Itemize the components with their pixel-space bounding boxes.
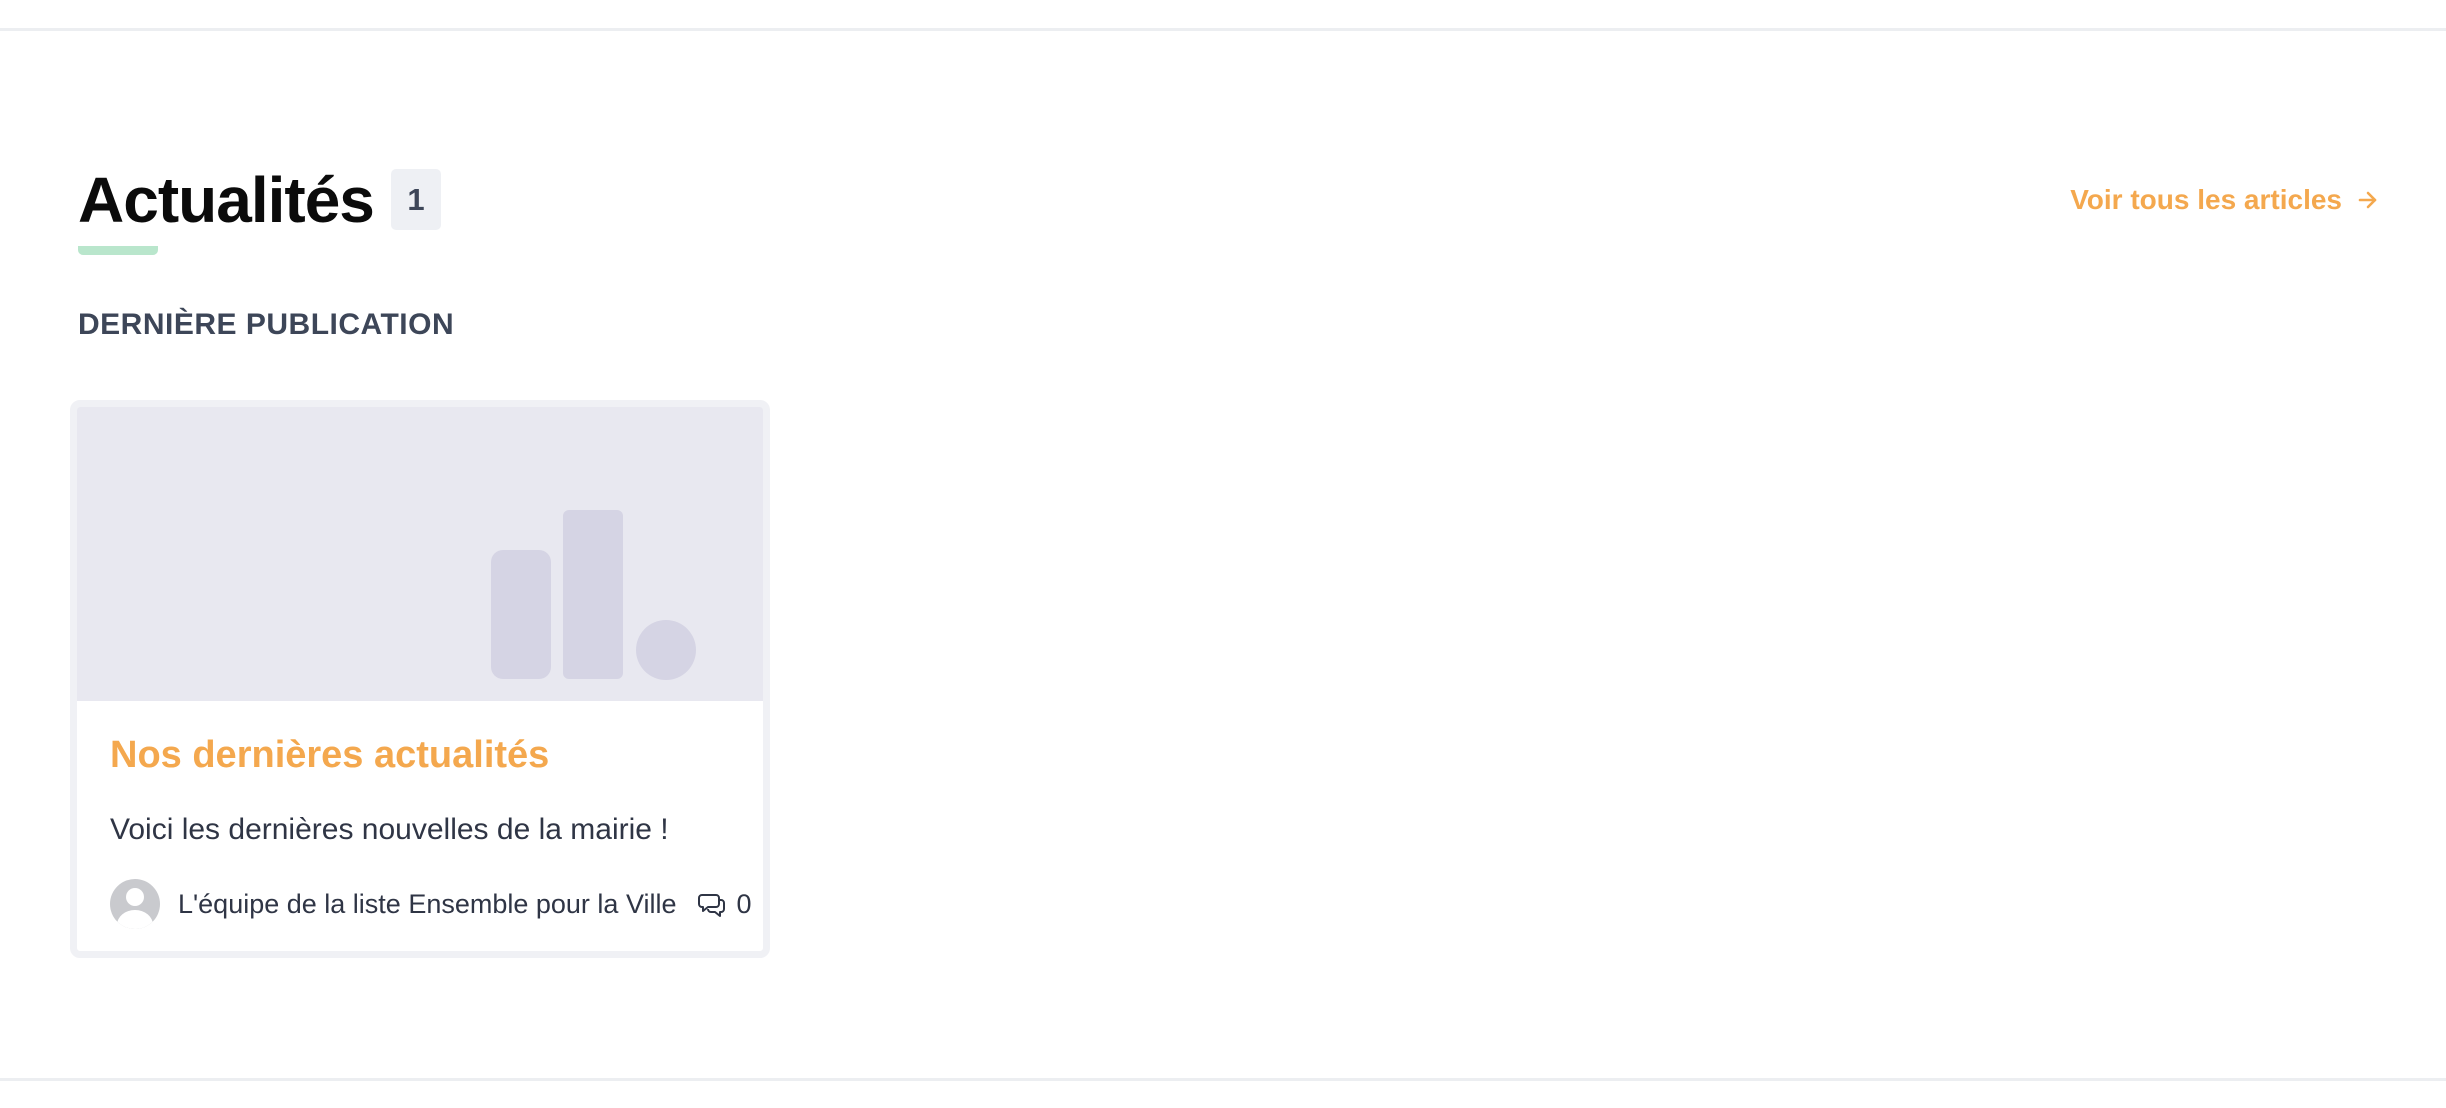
author-avatar: [110, 879, 160, 929]
comment-bubbles-icon: [698, 894, 726, 917]
see-all-articles-link[interactable]: Voir tous les articles: [2070, 182, 2380, 218]
article-count-badge: 1: [391, 169, 441, 230]
article-excerpt: Voici les dernières nouvelles de la mair…: [110, 813, 669, 846]
title-underline: [78, 246, 158, 255]
article-author: L'équipe de la liste Ensemble pour la Vi…: [178, 888, 677, 919]
placeholder-logo: [491, 510, 696, 680]
comment-count-value: 0: [736, 888, 752, 919]
article-card[interactable]: Nos dernières actualités Voici les derni…: [70, 400, 770, 958]
article-meta: L'équipe de la liste Ensemble pour la Vi…: [110, 879, 752, 929]
top-divider: [0, 28, 2446, 31]
bottom-divider: [0, 1078, 2446, 1081]
comment-count: 0: [698, 888, 752, 920]
latest-publication-heading: DERNIÈRE PUBLICATION: [78, 308, 455, 341]
article-title[interactable]: Nos dernières actualités: [110, 731, 549, 779]
arrow-right-icon: [2358, 191, 2377, 209]
section-title: Actualités: [78, 164, 375, 236]
see-all-label: Voir tous les articles: [2070, 184, 2342, 215]
article-image-placeholder[interactable]: [77, 407, 763, 701]
